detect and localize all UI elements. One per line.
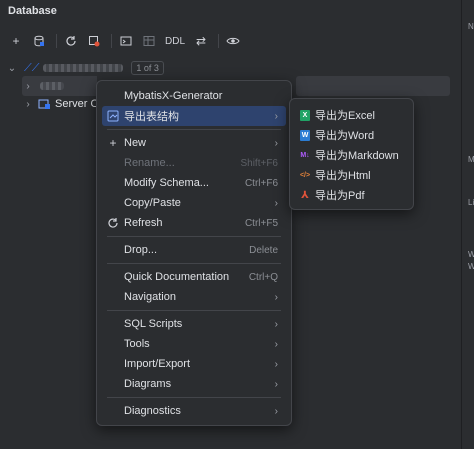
selected-row-highlight bbox=[296, 76, 450, 96]
tree-schema-row[interactable]: › bbox=[22, 76, 97, 96]
chevron-right-icon: › bbox=[274, 405, 278, 417]
html-icon: </> bbox=[299, 171, 311, 179]
menu-separator bbox=[107, 129, 281, 130]
menu-item-modify-schema[interactable]: Modify Schema... Ctrl+F6 bbox=[102, 173, 286, 193]
markdown-icon: M↓ bbox=[300, 151, 310, 159]
menu-item-sql-scripts[interactable]: SQL Scripts › bbox=[102, 314, 286, 334]
excel-icon: X bbox=[295, 109, 315, 121]
menu-item-refresh[interactable]: Refresh Ctrl+F5 bbox=[102, 213, 286, 233]
export-submenu: X 导出为Excel W 导出为Word M↓ 导出为Markdown </> … bbox=[289, 98, 414, 210]
export-structure-icon bbox=[102, 110, 124, 122]
datasource-icon: ⟋⟋ bbox=[24, 61, 40, 74]
chevron-right-icon: › bbox=[274, 291, 278, 303]
menu-separator bbox=[107, 310, 281, 311]
menu-item-export-table-structure[interactable]: 导出表结构 › bbox=[102, 106, 286, 126]
menu-separator bbox=[107, 263, 281, 264]
submenu-item-export-markdown[interactable]: M↓ 导出为Markdown bbox=[295, 145, 408, 165]
context-menu: MybatisX-Generator 导出表结构 › + New › Renam… bbox=[96, 80, 292, 426]
toolbar-separator bbox=[111, 34, 112, 48]
submenu-item-export-excel[interactable]: X 导出为Excel bbox=[295, 105, 408, 125]
menu-item-new[interactable]: + New › bbox=[102, 133, 286, 153]
redacted-schema-name bbox=[40, 82, 64, 90]
menu-item-mybatisx-generator[interactable]: MybatisX-Generator bbox=[102, 86, 286, 106]
refresh-icon[interactable] bbox=[61, 32, 81, 50]
chevron-right-icon: › bbox=[274, 318, 278, 330]
redacted-datasource-name bbox=[43, 64, 124, 72]
chevron-right-icon: › bbox=[274, 137, 278, 149]
menu-separator bbox=[107, 236, 281, 237]
server-objects-label: Server O bbox=[55, 98, 100, 110]
shortcut-label: Ctrl+F5 bbox=[244, 217, 278, 229]
chevron-right-icon: › bbox=[274, 197, 278, 209]
panel-title: Database bbox=[8, 5, 57, 17]
submenu-item-export-html[interactable]: </> 导出为Html bbox=[295, 165, 408, 185]
datasource-properties-icon[interactable] bbox=[29, 32, 49, 50]
table-icon[interactable] bbox=[139, 32, 159, 50]
pdf-icon: ⅄ bbox=[301, 189, 309, 201]
server-objects-icon bbox=[38, 98, 51, 110]
word-icon: W bbox=[300, 129, 310, 141]
shortcut-label: Ctrl+F6 bbox=[244, 177, 278, 189]
ddl-button[interactable]: DDL bbox=[162, 36, 188, 47]
submenu-item-export-pdf[interactable]: ⅄ 导出为Pdf bbox=[295, 185, 408, 205]
console-icon[interactable] bbox=[116, 32, 136, 50]
menu-item-diagrams[interactable]: Diagrams › bbox=[102, 374, 286, 394]
toolbar-separator bbox=[56, 34, 57, 48]
stop-icon[interactable] bbox=[84, 32, 104, 50]
chevron-right-icon[interactable]: › bbox=[22, 99, 34, 110]
tree-root-row[interactable]: ⌄ ⟋⟋ 1 of 3 bbox=[6, 58, 164, 78]
add-icon[interactable]: + bbox=[6, 32, 26, 50]
menu-item-quick-documentation[interactable]: Quick Documentation Ctrl+Q bbox=[102, 267, 286, 287]
chevron-right-icon: › bbox=[274, 338, 278, 350]
right-panel-text: M bbox=[468, 155, 474, 164]
chevron-right-icon[interactable]: › bbox=[22, 81, 34, 92]
database-toolbar: + DDL ⇄ bbox=[6, 32, 246, 50]
view-options-icon[interactable] bbox=[223, 32, 243, 50]
match-count-badge: 1 of 3 bbox=[131, 61, 164, 75]
chevron-down-icon[interactable]: ⌄ bbox=[6, 63, 18, 74]
right-panel-text: W bbox=[468, 250, 474, 259]
submenu-item-export-word[interactable]: W 导出为Word bbox=[295, 125, 408, 145]
right-side-panel: Ne M Li W W bbox=[462, 0, 474, 449]
toolbar-separator bbox=[218, 34, 220, 48]
menu-item-diagnostics[interactable]: Diagnostics › bbox=[102, 401, 286, 421]
shortcut-label: Delete bbox=[249, 244, 278, 256]
plus-icon: + bbox=[109, 136, 117, 150]
menu-item-navigation[interactable]: Navigation › bbox=[102, 287, 286, 307]
menu-item-tools[interactable]: Tools › bbox=[102, 334, 286, 354]
right-panel-text: Ne bbox=[468, 22, 474, 31]
jump-to-query-console-icon[interactable]: ⇄ bbox=[191, 32, 211, 50]
shortcut-label: Ctrl+Q bbox=[248, 271, 278, 283]
shortcut-label: Shift+F6 bbox=[240, 157, 278, 169]
menu-separator bbox=[107, 397, 281, 398]
menu-item-copy-paste[interactable]: Copy/Paste › bbox=[102, 193, 286, 213]
menu-item-drop[interactable]: Drop... Delete bbox=[102, 240, 286, 260]
refresh-icon bbox=[102, 217, 124, 229]
menu-item-import-export[interactable]: Import/Export › bbox=[102, 354, 286, 374]
menu-item-rename[interactable]: Rename... Shift+F6 bbox=[102, 153, 286, 173]
right-panel-text: W bbox=[468, 262, 474, 271]
chevron-right-icon: › bbox=[274, 378, 278, 390]
tree-server-objects-row[interactable]: › Server O bbox=[22, 94, 99, 114]
chevron-right-icon: › bbox=[274, 110, 278, 122]
chevron-right-icon: › bbox=[274, 358, 278, 370]
right-panel-text: Li bbox=[468, 198, 474, 207]
